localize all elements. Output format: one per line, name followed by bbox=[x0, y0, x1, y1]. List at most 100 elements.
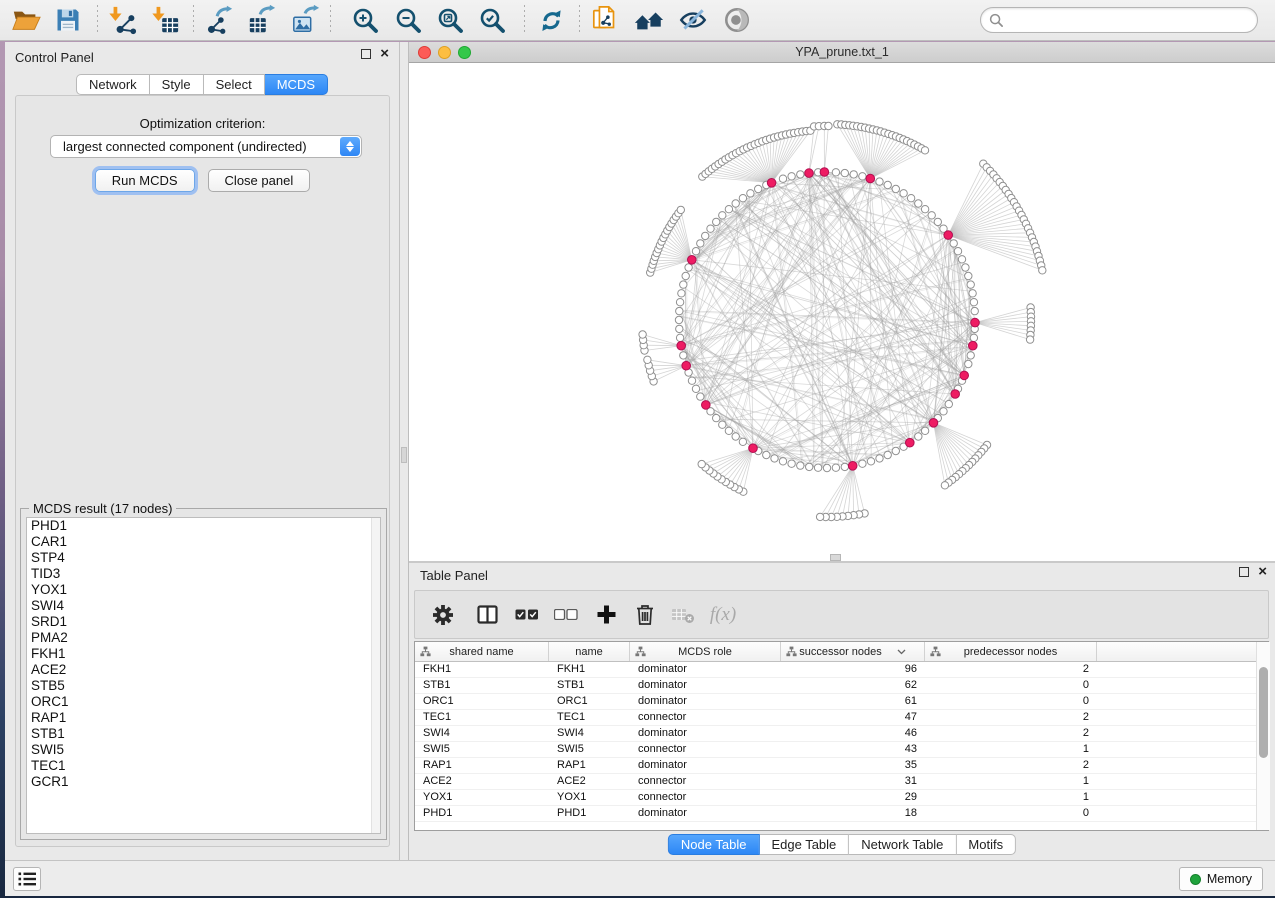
network-node[interactable] bbox=[965, 272, 972, 279]
optimization-criterion-select[interactable]: largest connected component (undirected) bbox=[50, 135, 362, 158]
mcds-result-item[interactable]: SWI4 bbox=[27, 598, 380, 614]
close-table-panel-icon[interactable]: × bbox=[1258, 567, 1267, 577]
close-panel-icon[interactable]: × bbox=[380, 49, 389, 59]
network-leaf-node[interactable] bbox=[1026, 336, 1033, 343]
mcds-result-item[interactable]: SRD1 bbox=[27, 614, 380, 630]
network-leaf-node[interactable] bbox=[921, 147, 928, 154]
network-node[interactable] bbox=[806, 463, 813, 470]
network-hub-node[interactable] bbox=[906, 438, 915, 447]
network-node[interactable] bbox=[841, 169, 848, 176]
network-node[interactable] bbox=[697, 393, 704, 400]
run-mcds-button[interactable]: Run MCDS bbox=[95, 169, 195, 192]
mcds-result-item[interactable]: STB1 bbox=[27, 726, 380, 742]
apply-function-button[interactable]: f(x) bbox=[706, 598, 740, 632]
network-node[interactable] bbox=[797, 462, 804, 469]
network-hub-node[interactable] bbox=[929, 419, 938, 428]
mcds-result-item[interactable]: TEC1 bbox=[27, 758, 380, 774]
network-node[interactable] bbox=[892, 185, 899, 192]
network-node[interactable] bbox=[675, 316, 682, 323]
refresh-view-button[interactable] bbox=[534, 3, 568, 37]
tab-mcds[interactable]: MCDS bbox=[265, 74, 328, 95]
panel-splitter-vertical[interactable] bbox=[400, 42, 409, 860]
table-row[interactable]: SWI4SWI4dominator462 bbox=[415, 726, 1268, 742]
network-node[interactable] bbox=[900, 190, 907, 197]
network-node[interactable] bbox=[971, 307, 978, 314]
network-hub-node[interactable] bbox=[702, 401, 711, 410]
table-row[interactable]: SWI5SWI5connector431 bbox=[415, 742, 1268, 758]
mcds-result-item[interactable]: STB5 bbox=[27, 678, 380, 694]
network-node[interactable] bbox=[841, 463, 848, 470]
network-node[interactable] bbox=[958, 256, 965, 263]
hide-graphics-details-button[interactable] bbox=[676, 3, 710, 37]
network-hub-node[interactable] bbox=[848, 462, 857, 471]
tab-select[interactable]: Select bbox=[204, 74, 265, 95]
network-node[interactable] bbox=[884, 451, 891, 458]
tab-style[interactable]: Style bbox=[150, 74, 204, 95]
network-node[interactable] bbox=[797, 171, 804, 178]
network-node[interactable] bbox=[680, 352, 687, 359]
float-table-panel-icon[interactable] bbox=[1239, 567, 1249, 577]
network-hub-node[interactable] bbox=[969, 341, 978, 350]
network-node[interactable] bbox=[934, 218, 941, 225]
network-node[interactable] bbox=[678, 290, 685, 297]
mcds-result-item[interactable]: CAR1 bbox=[27, 534, 380, 550]
network-node[interactable] bbox=[676, 325, 683, 332]
network-canvas[interactable] bbox=[409, 63, 1275, 561]
tab-edge-table[interactable]: Edge Table bbox=[759, 834, 849, 855]
mcds-result-item[interactable]: GCR1 bbox=[27, 774, 380, 790]
network-node[interactable] bbox=[954, 248, 961, 255]
mcds-result-item[interactable]: STP4 bbox=[27, 550, 380, 566]
network-node[interactable] bbox=[676, 299, 683, 306]
network-node[interactable] bbox=[747, 190, 754, 197]
memory-button[interactable]: Memory bbox=[1179, 867, 1263, 891]
column-header-predecessor-nodes[interactable]: predecessor nodes bbox=[925, 642, 1097, 661]
network-node[interactable] bbox=[713, 218, 720, 225]
network-node[interactable] bbox=[725, 206, 732, 213]
network-node[interactable] bbox=[763, 451, 770, 458]
export-image-button[interactable] bbox=[289, 3, 323, 37]
network-hub-node[interactable] bbox=[971, 318, 980, 327]
network-node[interactable] bbox=[967, 281, 974, 288]
close-panel-button[interactable]: Close panel bbox=[208, 169, 311, 192]
table-row[interactable]: FKH1FKH1dominator962 bbox=[415, 662, 1268, 678]
panel-selector-button[interactable] bbox=[13, 867, 41, 891]
tab-motifs[interactable]: Motifs bbox=[956, 834, 1016, 855]
split-columns-button[interactable] bbox=[470, 598, 504, 632]
mcds-result-item[interactable]: SWI5 bbox=[27, 742, 380, 758]
network-node[interactable] bbox=[779, 175, 786, 182]
zoom-fit-button[interactable] bbox=[433, 3, 467, 37]
delete-column-button[interactable] bbox=[628, 598, 662, 632]
table-row[interactable]: ACE2ACE2connector311 bbox=[415, 774, 1268, 790]
table-scrollbar-thumb[interactable] bbox=[1259, 667, 1268, 758]
network-node[interactable] bbox=[921, 206, 928, 213]
network-node[interactable] bbox=[788, 460, 795, 467]
mcds-result-item[interactable]: RAP1 bbox=[27, 710, 380, 726]
mcds-result-item[interactable]: ACE2 bbox=[27, 662, 380, 678]
network-hub-node[interactable] bbox=[677, 341, 686, 350]
network-node[interactable] bbox=[823, 464, 830, 471]
column-header-mcds-role[interactable]: MCDS role bbox=[630, 642, 781, 661]
network-node[interactable] bbox=[921, 427, 928, 434]
network-node[interactable] bbox=[779, 458, 786, 465]
network-hub-node[interactable] bbox=[682, 361, 691, 370]
float-panel-icon[interactable] bbox=[361, 49, 371, 59]
network-node[interactable] bbox=[940, 408, 947, 415]
horizontal-splitter-grip-icon[interactable] bbox=[830, 554, 841, 561]
zoom-in-button[interactable] bbox=[348, 3, 382, 37]
network-node[interactable] bbox=[945, 400, 952, 407]
mcds-result-item[interactable]: YOX1 bbox=[27, 582, 380, 598]
network-node[interactable] bbox=[692, 248, 699, 255]
network-node[interactable] bbox=[832, 169, 839, 176]
network-node[interactable] bbox=[707, 225, 714, 232]
import-network-button[interactable] bbox=[105, 3, 139, 37]
network-node[interactable] bbox=[850, 171, 857, 178]
network-node[interactable] bbox=[859, 460, 866, 467]
network-node[interactable] bbox=[969, 290, 976, 297]
network-node[interactable] bbox=[884, 181, 891, 188]
network-node[interactable] bbox=[859, 173, 866, 180]
table-row[interactable]: TEC1TEC1connector472 bbox=[415, 710, 1268, 726]
window-minimize-icon[interactable] bbox=[438, 46, 451, 59]
network-node[interactable] bbox=[970, 334, 977, 341]
network-node[interactable] bbox=[739, 438, 746, 445]
network-node[interactable] bbox=[719, 212, 726, 219]
